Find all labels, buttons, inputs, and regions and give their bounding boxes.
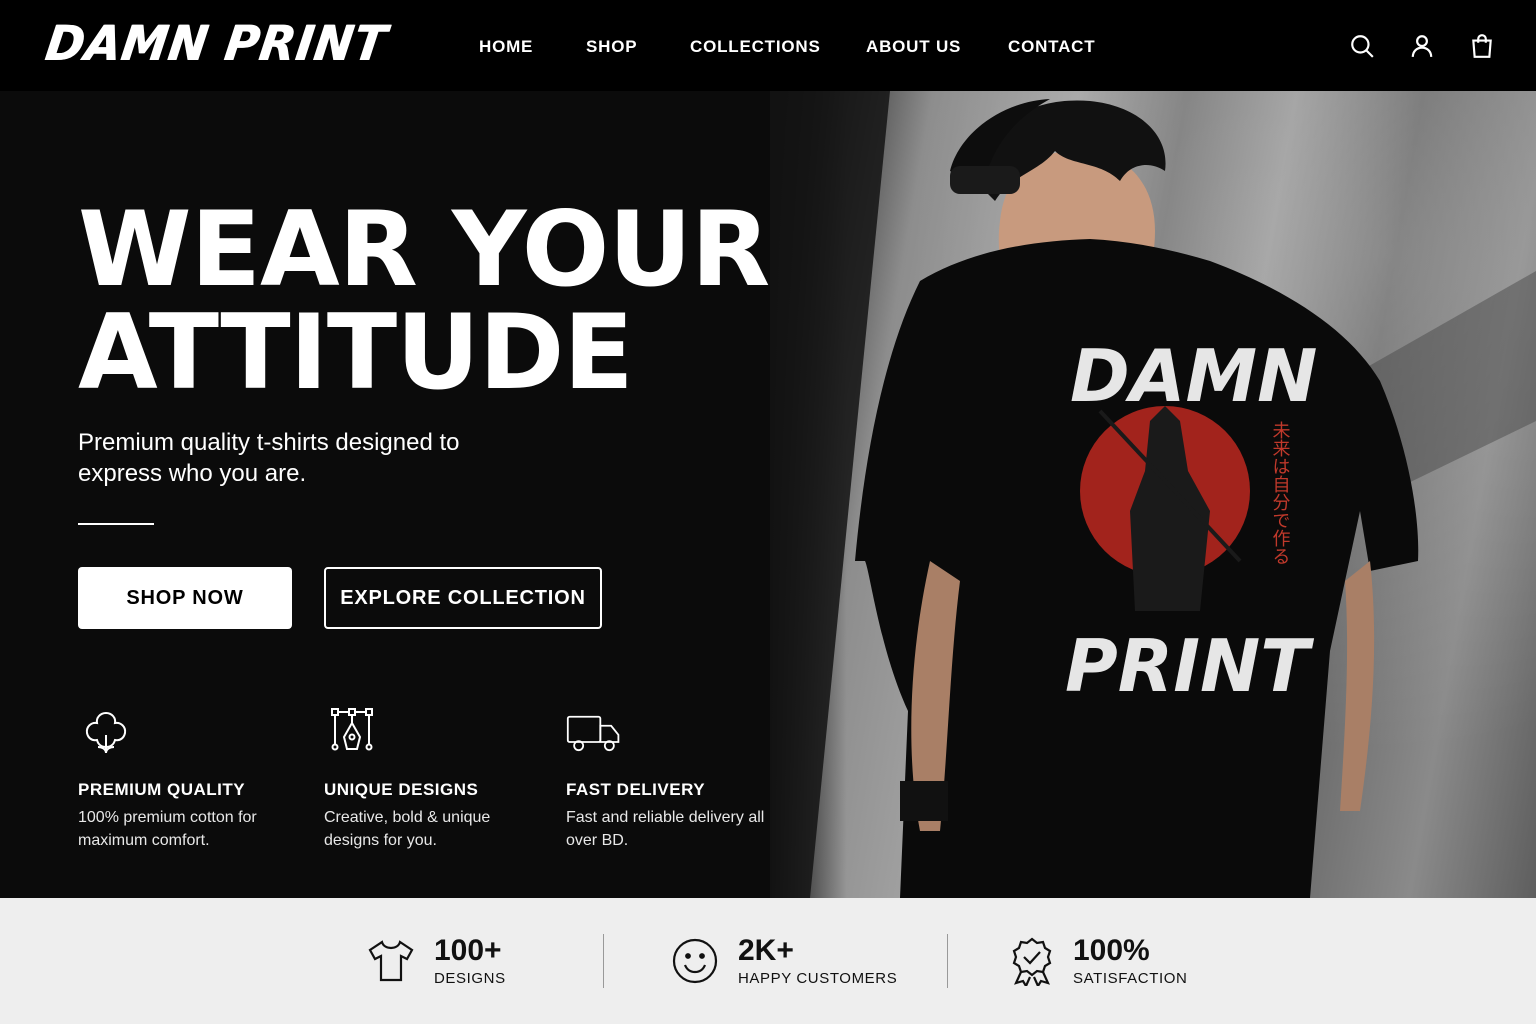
award-badge-icon bbox=[1012, 937, 1052, 986]
feature-premium-quality: PREMIUM QUALITY 100% premium cotton for … bbox=[78, 707, 288, 849]
explore-collection-button[interactable]: EXPLORE COLLECTION bbox=[324, 567, 602, 629]
truck-icon bbox=[566, 707, 626, 763]
feature-description: Creative, bold & unique designs for you. bbox=[324, 809, 491, 849]
hero-model-photo: DAMN PRINT 未来は自分で作る bbox=[770, 91, 1536, 898]
stats-bar: 100+ DESIGNS 2K+ HAPPY CUSTOMERS 100% SA… bbox=[0, 898, 1536, 1024]
brand-logo[interactable]: DAMN PRINT bbox=[42, 15, 390, 72]
nav-contact-link[interactable]: CONTACT bbox=[1008, 37, 1095, 57]
top-navigation: DAMN PRINT HOME SHOP COLLECTIONS ABOUT U… bbox=[0, 0, 1536, 91]
hero-headline: WEAR YOUR ATTITUDE bbox=[78, 190, 770, 413]
stats-divider bbox=[603, 934, 604, 988]
shirt-print-top: DAMN bbox=[1070, 334, 1317, 418]
search-icon[interactable] bbox=[1348, 32, 1376, 60]
hero-section: DAMN PRINT 未来は自分で作る WEAR YOUR ATTITUDE P… bbox=[0, 91, 1536, 898]
model-silhouette: DAMN PRINT 未来は自分で作る bbox=[770, 91, 1536, 898]
nav-about-link[interactable]: ABOUT US bbox=[866, 37, 961, 57]
stat-value: 2K+ bbox=[738, 934, 794, 967]
feature-title: FAST DELIVERY bbox=[566, 780, 706, 799]
user-icon[interactable] bbox=[1408, 32, 1436, 60]
feature-description: Fast and reliable delivery all over BD. bbox=[566, 809, 765, 849]
headline-line-1: WEAR YOUR bbox=[78, 190, 770, 310]
headline-line-2: ATTITUDE bbox=[78, 293, 634, 413]
feature-fast-delivery: FAST DELIVERY Fast and reliable delivery… bbox=[566, 707, 776, 849]
feature-description: 100% premium cotton for maximum comfort. bbox=[78, 809, 257, 849]
feature-title: PREMIUM QUALITY bbox=[78, 780, 246, 799]
shirt-print-vertical-text: 未来は自分で作る bbox=[1270, 421, 1291, 565]
hero-divider bbox=[78, 523, 154, 525]
stat-label: HAPPY CUSTOMERS bbox=[738, 970, 898, 987]
stat-value: 100% bbox=[1073, 934, 1150, 967]
stats-divider bbox=[947, 934, 948, 988]
tshirt-icon bbox=[368, 940, 414, 982]
feature-title: UNIQUE DESIGNS bbox=[324, 780, 479, 799]
nav-home-link[interactable]: HOME bbox=[479, 37, 533, 57]
stat-value: 100+ bbox=[434, 934, 502, 967]
shopping-bag-icon[interactable] bbox=[1468, 32, 1496, 60]
feature-unique-designs: UNIQUE DESIGNS Creative, bold & unique d… bbox=[324, 707, 534, 849]
smiley-icon bbox=[672, 938, 718, 984]
nav-collections-link[interactable]: COLLECTIONS bbox=[690, 37, 821, 57]
cotton-icon bbox=[78, 707, 138, 763]
hero-subheadline: Premium quality t-shirts designed to exp… bbox=[78, 429, 460, 487]
nav-shop-link[interactable]: SHOP bbox=[586, 37, 637, 57]
shop-now-button[interactable]: SHOP NOW bbox=[78, 567, 292, 629]
pen-tool-icon bbox=[324, 707, 384, 763]
stat-label: SATISFACTION bbox=[1073, 970, 1188, 987]
shirt-print-bottom: PRINT bbox=[1065, 624, 1314, 708]
stat-label: DESIGNS bbox=[434, 970, 506, 987]
